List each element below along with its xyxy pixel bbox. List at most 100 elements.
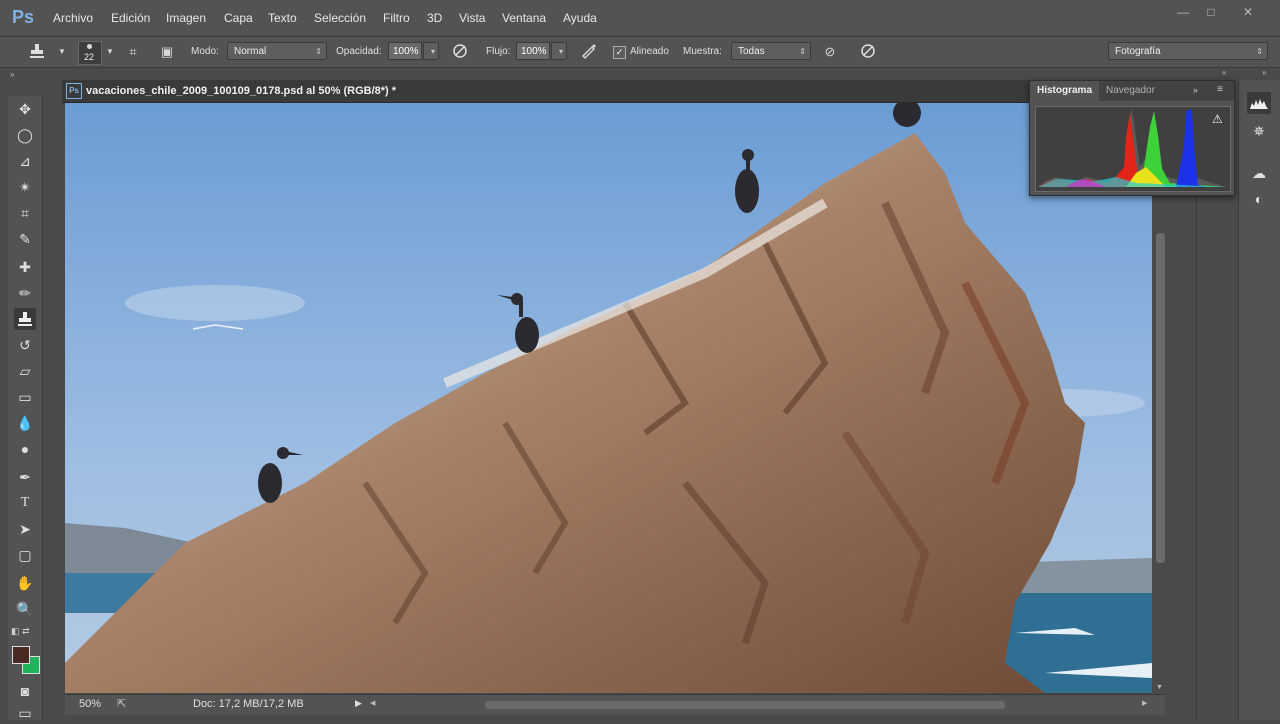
tab-navigator[interactable]: Navegador bbox=[1099, 81, 1162, 101]
eraser-tool-icon[interactable]: ▱ bbox=[14, 360, 36, 382]
workspace-select[interactable]: Fotografía ⇕ bbox=[1108, 42, 1268, 60]
status-menu-arrow-icon[interactable]: ▶ bbox=[355, 698, 362, 709]
close-button[interactable]: ✕ bbox=[1237, 5, 1259, 21]
pen-tool-icon[interactable]: ✒ bbox=[14, 466, 36, 488]
dodge-tool-icon[interactable]: ● bbox=[14, 438, 36, 460]
magic-wand-tool-icon[interactable]: ✴ bbox=[14, 176, 36, 198]
tab-histogram[interactable]: Histograma bbox=[1030, 81, 1100, 101]
updown-arrow-icon: ⇕ bbox=[799, 47, 806, 56]
menu-3d[interactable]: 3D bbox=[427, 11, 442, 25]
chevron-down-icon: ▾ bbox=[430, 47, 435, 56]
adjustments-panel-icon[interactable]: ◐ bbox=[1247, 188, 1271, 210]
libraries-panel-icon[interactable]: ☁ bbox=[1247, 162, 1271, 184]
screen-mode-icon[interactable]: ▭ bbox=[14, 702, 36, 724]
opacity-dropdown[interactable]: ▾ bbox=[423, 42, 439, 60]
pressure-opacity-icon[interactable] bbox=[451, 43, 469, 61]
doc-size-info: Doc: 17,2 MB/17,2 MB bbox=[193, 698, 304, 710]
quick-mask-icon[interactable]: ◙ bbox=[14, 680, 36, 702]
menu-vista[interactable]: Vista bbox=[459, 11, 485, 25]
workspace-value: Fotografía bbox=[1115, 46, 1161, 57]
healing-brush-tool-icon[interactable]: ✚ bbox=[14, 256, 36, 278]
collapse-tools-icon[interactable]: » bbox=[10, 70, 14, 79]
scroll-right-icon[interactable]: ▶ bbox=[1142, 699, 1147, 707]
flow-label: Flujo: bbox=[486, 46, 511, 57]
blur-tool-icon[interactable]: 💧 bbox=[14, 412, 36, 434]
updown-arrow-icon: ⇕ bbox=[1256, 47, 1263, 56]
brush-size-picker[interactable]: 22 bbox=[78, 41, 102, 65]
scroll-down-icon[interactable]: ▼ bbox=[1156, 684, 1163, 691]
opacity-input[interactable]: 100% bbox=[388, 42, 422, 60]
minimize-button[interactable]: — bbox=[1172, 5, 1194, 21]
elliptical-marquee-tool-icon[interactable]: ◯ bbox=[14, 124, 36, 146]
mode-label: Modo: bbox=[191, 46, 219, 57]
sample-select[interactable]: Todas ⇕ bbox=[731, 42, 811, 60]
cache-warning-icon[interactable]: ⚠ bbox=[1212, 112, 1223, 126]
menu-texto[interactable]: Texto bbox=[268, 11, 297, 25]
brush-tip-icon bbox=[87, 44, 92, 49]
opacity-label: Opacidad: bbox=[336, 46, 382, 57]
rectangle-tool-icon[interactable]: ▢ bbox=[14, 544, 36, 566]
tools-panel: ✥ ◯ ⊿ ✴ ⌗ ✎ ✚ ✏ ↺ ▱ ▭ 💧 ● ✒ T ➤ ▢ ✋ 🔍 ◧ … bbox=[8, 96, 43, 721]
menu-edicion[interactable]: Edición bbox=[111, 11, 150, 25]
flow-dropdown[interactable]: ▾ bbox=[551, 42, 567, 60]
expand-panel-icon[interactable]: » bbox=[1193, 85, 1198, 95]
panel-menu-icon[interactable]: ≡ bbox=[1217, 84, 1223, 95]
histogram-panel-icon[interactable] bbox=[1247, 92, 1271, 114]
foreground-color-swatch[interactable] bbox=[12, 646, 30, 664]
ignore-adjustment-layers-icon[interactable]: ⊘ bbox=[821, 43, 839, 61]
mode-value: Normal bbox=[234, 46, 267, 57]
mode-select[interactable]: Normal ⇕ bbox=[227, 42, 327, 60]
preset-dropdown-icon[interactable]: ▼ bbox=[53, 43, 71, 61]
path-selection-tool-icon[interactable]: ➤ bbox=[14, 518, 36, 540]
document-title: vacaciones_chile_2009_100109_0178.psd al… bbox=[86, 85, 397, 97]
collapse-panels-icon[interactable]: « bbox=[1222, 68, 1226, 77]
polygonal-lasso-tool-icon[interactable]: ⊿ bbox=[14, 150, 36, 172]
hand-tool-icon[interactable]: ✋ bbox=[14, 572, 36, 594]
chevron-down-icon: ▾ bbox=[558, 47, 563, 56]
aligned-checkbox[interactable]: ✓ bbox=[613, 46, 626, 59]
type-tool-icon[interactable]: T bbox=[14, 492, 36, 514]
menu-filtro[interactable]: Filtro bbox=[383, 11, 410, 25]
menu-seleccion[interactable]: Selección bbox=[314, 11, 366, 25]
brush-size-value: 22 bbox=[84, 52, 95, 62]
flow-input[interactable]: 100% bbox=[516, 42, 550, 60]
photoshop-logo: Ps bbox=[12, 7, 35, 27]
collapse-dock-icon[interactable]: » bbox=[1262, 68, 1266, 77]
panel-icon-dock: ✵ ☁ ◐ bbox=[1238, 80, 1280, 720]
menu-capa[interactable]: Capa bbox=[224, 11, 253, 25]
brush-tool-icon[interactable]: ✏ bbox=[14, 282, 36, 304]
export-icon[interactable]: ⇱ bbox=[117, 697, 126, 710]
menu-ayuda[interactable]: Ayuda bbox=[563, 11, 597, 25]
history-brush-tool-icon[interactable]: ↺ bbox=[14, 334, 36, 356]
vertical-scroll-thumb[interactable] bbox=[1156, 233, 1165, 563]
airbrush-icon[interactable] bbox=[580, 43, 598, 61]
zoom-tool-icon[interactable]: 🔍 bbox=[14, 598, 36, 620]
eyedropper-tool-icon[interactable]: ✎ bbox=[14, 228, 36, 250]
sample-value: Todas bbox=[738, 46, 765, 57]
image-canvas[interactable] bbox=[65, 103, 1152, 693]
clone-stamp-tool-icon[interactable] bbox=[14, 308, 36, 330]
panel-tabs: Histograma Navegador » ≡ bbox=[1030, 81, 1234, 101]
menu-archivo[interactable]: Archivo bbox=[53, 11, 93, 25]
pressure-size-icon[interactable] bbox=[859, 43, 877, 61]
restore-button[interactable]: □ bbox=[1200, 5, 1222, 21]
menu-imagen[interactable]: Imagen bbox=[166, 11, 206, 25]
updown-arrow-icon: ⇕ bbox=[315, 47, 322, 56]
scroll-left-icon[interactable]: ◀ bbox=[370, 699, 375, 707]
histogram-graph bbox=[1035, 106, 1231, 192]
default-colors-icon[interactable]: ◧ ⇄ bbox=[11, 626, 30, 637]
gradient-tool-icon[interactable]: ▭ bbox=[14, 386, 36, 408]
document-tab[interactable]: Ps vacaciones_chile_2009_100109_0178.psd… bbox=[62, 80, 1153, 103]
zoom-level[interactable]: 50% bbox=[79, 698, 101, 710]
clone-source-panel-icon[interactable]: ▣ bbox=[158, 43, 176, 61]
crop-tool-icon[interactable]: ⌗ bbox=[14, 202, 36, 224]
clone-stamp-preset-icon[interactable] bbox=[28, 43, 46, 61]
navigator-panel-icon[interactable]: ✵ bbox=[1247, 120, 1271, 142]
sample-label: Muestra: bbox=[683, 46, 722, 57]
aligned-label: Alineado bbox=[630, 46, 669, 57]
move-tool-icon[interactable]: ✥ bbox=[14, 98, 36, 120]
brush-panel-icon[interactable]: ⌗ bbox=[124, 43, 142, 61]
brush-dropdown-icon[interactable]: ▼ bbox=[101, 43, 119, 61]
menu-ventana[interactable]: Ventana bbox=[502, 11, 546, 25]
horizontal-scroll-thumb[interactable] bbox=[485, 701, 1005, 709]
